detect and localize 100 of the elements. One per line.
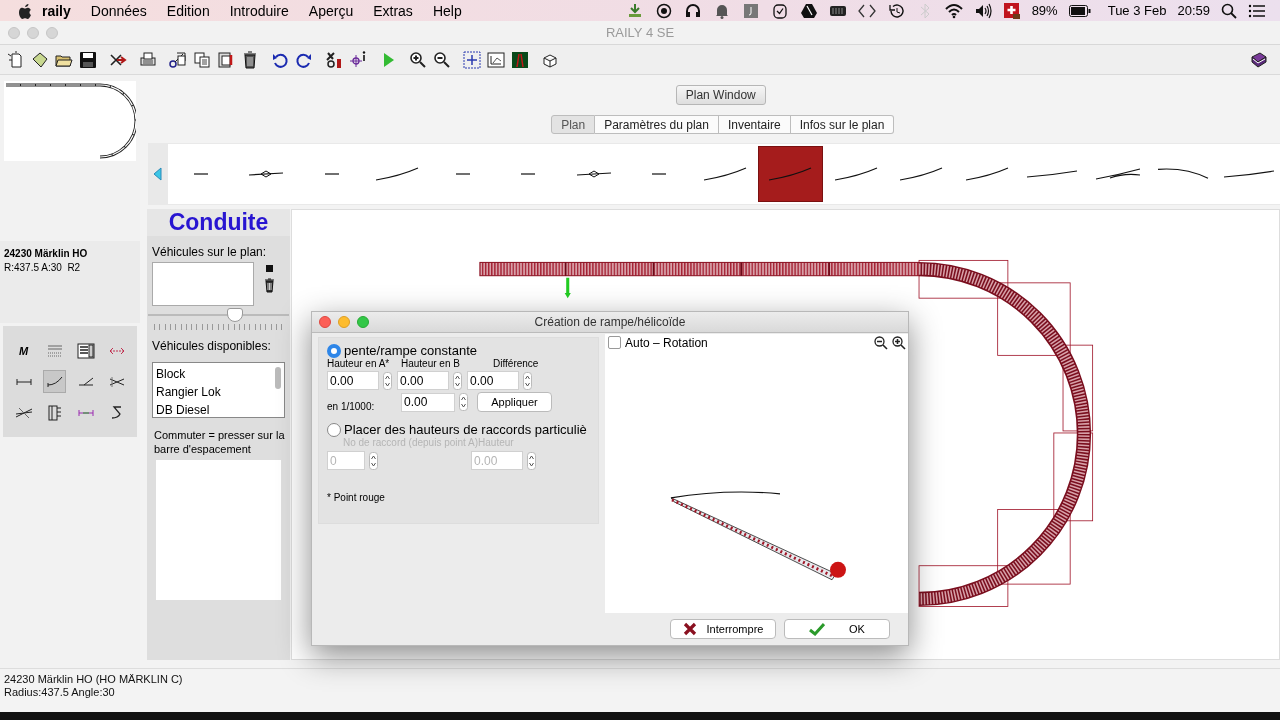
fit-icon[interactable] (463, 50, 481, 69)
view-3d-icon[interactable] (487, 50, 505, 69)
zoom-out-icon[interactable] (433, 50, 451, 69)
radio-label: Placer des hauteurs de raccords particuliè (344, 422, 587, 437)
apply-button[interactable]: Appliquer (477, 392, 552, 412)
curved-track-icon (1157, 168, 1210, 180)
app-menu[interactable]: raily (32, 2, 81, 19)
curved-track-icon (768, 167, 813, 181)
volume-icon[interactable] (973, 1, 992, 20)
stepper[interactable] (459, 393, 468, 411)
list-item[interactable]: DB Diesel (155, 401, 272, 419)
drive-icon[interactable] (799, 1, 818, 20)
menu-item[interactable]: Introduire (219, 2, 299, 19)
form-track-icon (76, 342, 95, 359)
info-target-icon[interactable] (349, 50, 367, 69)
curved-track-icon (702, 167, 747, 181)
stepper[interactable] (523, 371, 532, 390)
vehicles-on-plan-label: Véhicules sur le plan: (152, 245, 268, 259)
record-icon[interactable] (654, 1, 673, 20)
open-icon[interactable] (31, 50, 49, 69)
close-button[interactable] (319, 316, 331, 328)
ladder-track-icon (47, 404, 62, 421)
checkbox-label: Auto – Rotation (625, 335, 708, 350)
menu-item[interactable]: Données (80, 2, 157, 19)
number-field[interactable]: 0.00 (327, 371, 379, 390)
radio-button[interactable] (327, 343, 341, 358)
tab[interactable]: Inventaire (718, 115, 791, 134)
part-detail: R:437.5 A:30 R2 (4, 261, 82, 275)
menu-item[interactable]: Aperçu (298, 2, 364, 19)
tool-button[interactable]: M (12, 339, 35, 362)
history-icon[interactable] (886, 1, 905, 20)
number-field[interactable]: 0.00 (401, 392, 455, 412)
menu-item[interactable]: Help (422, 2, 472, 19)
book-icon[interactable] (1250, 50, 1268, 69)
zoom-in-icon[interactable] (892, 335, 906, 350)
tool-button[interactable] (43, 370, 66, 393)
save-icon[interactable] (79, 50, 97, 69)
cut-icon[interactable] (169, 50, 187, 69)
print-icon[interactable] (139, 50, 157, 69)
slider-thumb[interactable] (226, 308, 243, 322)
check-icon[interactable] (770, 1, 789, 20)
trash-icon[interactable] (264, 278, 275, 293)
list-item[interactable]: Rangier Lok (155, 383, 272, 401)
stepper[interactable] (453, 371, 462, 390)
menu-item[interactable]: Edition (156, 2, 220, 19)
speed-slider[interactable] (148, 308, 289, 324)
curve-track-icon (46, 375, 63, 388)
stepper[interactable] (527, 451, 536, 470)
curved-track-icon (964, 167, 1009, 181)
number-field[interactable]: 0.00 (467, 371, 519, 390)
measure-track-icon (108, 346, 125, 355)
status-text: 24230 Märklin HO (HO MÄRKLIN C) (4, 673, 184, 686)
menu-icon[interactable] (1248, 3, 1266, 18)
scroll-left-icon[interactable] (151, 167, 165, 181)
s-track-icon (111, 406, 122, 419)
headphones-icon[interactable] (683, 1, 702, 20)
switch-track-icon (248, 170, 285, 178)
stepper[interactable] (383, 371, 392, 390)
switch-track-icon (77, 377, 94, 386)
trash-icon[interactable] (241, 50, 259, 69)
column-label: Hauteur en A* (327, 358, 391, 369)
tab[interactable]: Paramètres du plan (595, 115, 719, 134)
track-view-icon[interactable] (511, 50, 529, 69)
stepper[interactable] (369, 451, 378, 470)
straight-track-icon (15, 377, 32, 386)
curved-track-icon (375, 167, 420, 181)
scrollbar-thumb[interactable] (275, 367, 281, 389)
vehicles-available-label: Véhicules disponibles: (152, 339, 272, 353)
connector-track-icon (77, 408, 94, 417)
tab[interactable]: Plan (551, 115, 596, 134)
tab[interactable]: Infos sur le plan (790, 115, 895, 134)
status-text: Radius:437.5 Angle:30 (4, 686, 116, 699)
cancel-button[interactable]: Interrompre (670, 619, 776, 639)
zoom-in-icon[interactable] (409, 50, 427, 69)
cross-icon (682, 622, 697, 636)
app-icon[interactable] (741, 1, 760, 20)
clock-time[interactable]: 20:59 (1177, 3, 1210, 18)
menu-item[interactable]: Extras (363, 2, 423, 19)
wifi-icon[interactable] (944, 1, 963, 20)
clock-date[interactable]: Tue 3 Feb (1107, 3, 1167, 18)
list-item[interactable]: Block (155, 365, 272, 383)
zoom-out-icon[interactable] (874, 335, 888, 350)
number-field[interactable]: 0.00 (397, 371, 449, 390)
new-file-icon[interactable] (7, 50, 25, 69)
part-title: 24230 Märklin HO (4, 247, 89, 261)
battery-icon[interactable] (1068, 4, 1091, 17)
tools-icon[interactable] (325, 50, 343, 69)
apple-icon[interactable] (18, 2, 32, 19)
checkbox[interactable] (608, 336, 621, 349)
curved-track-icon (899, 167, 944, 181)
ok-button[interactable]: OK (784, 619, 890, 639)
paste-icon[interactable] (217, 50, 235, 69)
flag-icon[interactable] (1002, 1, 1021, 20)
lines-track-icon (46, 344, 63, 357)
plan-window-button[interactable]: Plan Window (675, 85, 766, 105)
search-icon[interactable] (1221, 2, 1237, 19)
copy-icon[interactable] (193, 50, 211, 69)
crossing-track-icon (14, 406, 33, 419)
battery-percentage: 89% (1031, 3, 1058, 18)
switch-track-icon (575, 170, 612, 178)
